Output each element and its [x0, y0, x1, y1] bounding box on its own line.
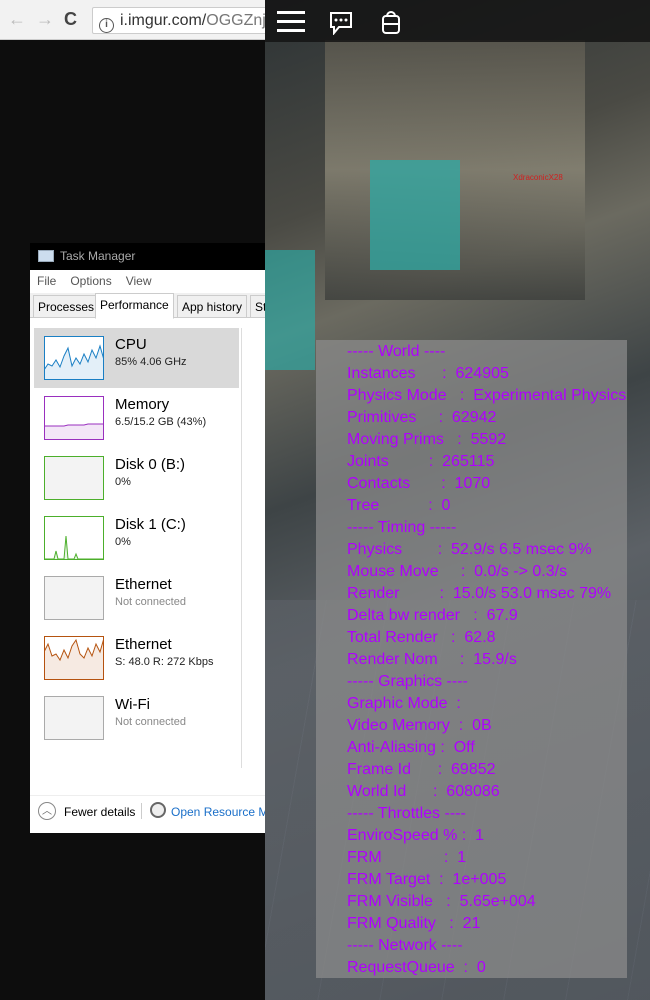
stats-line: Mouse Move : 0.0/s -> 0.3/s — [347, 563, 568, 580]
resource-detail: 6.5/15.2 GB (43%) — [115, 416, 207, 428]
menu-file[interactable]: File — [37, 274, 56, 288]
open-resource-monitor-link[interactable]: Open Resource Monitor — [171, 805, 265, 819]
stats-line: RequestQueue : 0 — [347, 959, 486, 976]
stats-line: Total Render : 62.8 — [347, 629, 496, 646]
resource-name: Disk 1 (C:) — [115, 516, 186, 533]
stats-line: Physics : 52.9/s 6.5 msec 9% — [347, 541, 592, 558]
resource-detail: S: 48.0 R: 272 Kbps — [115, 656, 214, 668]
stats-line: FRM Target : 1e+005 — [347, 871, 507, 888]
resource-name: Disk 0 (B:) — [115, 456, 186, 473]
chevron-up-icon[interactable]: ︿ — [38, 802, 56, 820]
stats-line: Moving Prims : 5592 — [347, 431, 507, 448]
scrollbar[interactable] — [241, 328, 242, 768]
stats-section-header: ----- Network ---- — [347, 937, 463, 954]
chat-icon[interactable] — [329, 11, 353, 35]
task-manager-window: Task Manager File Options View Processes P… — [30, 243, 265, 833]
tab-performance[interactable]: Performance — [95, 293, 174, 319]
fewer-details-link[interactable]: Fewer details — [64, 805, 135, 819]
stats-line: Joints : 265115 — [347, 453, 495, 470]
resource-name: Ethernet — [115, 576, 172, 593]
resource-name: Wi-Fi — [115, 696, 150, 713]
info-icon[interactable]: i — [99, 18, 114, 33]
usage-graph-thumbnail — [44, 516, 104, 560]
stats-line: World Id : 608086 — [347, 783, 500, 800]
menu-options[interactable]: Options — [70, 274, 111, 288]
menu-view[interactable]: View — [126, 274, 152, 288]
stats-line: FRM Visible : 5.65e+004 — [347, 893, 536, 910]
task-manager-icon — [38, 250, 54, 262]
stats-line: EnviroSpeed % : 1 — [347, 827, 484, 844]
resource-detail: Not connected — [115, 716, 186, 728]
stats-line: Delta bw render : 67.9 — [347, 607, 518, 624]
stats-line: Physics Mode : Experimental Physics — [347, 387, 627, 404]
stats-line: Anti-Aliasing : Off — [347, 739, 475, 756]
resource-item-memory-1[interactable]: Memory 6.5/15.2 GB (43%) — [34, 388, 239, 448]
resource-monitor-icon — [150, 802, 166, 818]
resource-item-wi-fi-6[interactable]: Wi-Fi Not connected — [34, 688, 239, 748]
usage-graph-thumbnail — [44, 636, 104, 680]
stats-line: Primitives : 62942 — [347, 409, 497, 426]
stats-line: Render : 15.0/s 53.0 msec 79% — [347, 585, 612, 602]
resource-detail: 0% — [115, 536, 131, 548]
resource-name: Memory — [115, 396, 170, 413]
stats-line: Graphic Mode : — [347, 695, 461, 712]
url-host: i.imgur.com/ — [120, 12, 207, 29]
usage-graph-thumbnail — [44, 336, 104, 380]
resource-item-disk-1-c--3[interactable]: Disk 1 (C:) 0% — [34, 508, 239, 568]
stats-line: Video Memory : 0B — [347, 717, 492, 734]
stats-line: Frame Id : 69852 — [347, 761, 496, 778]
address-bar[interactable]: i i.imgur.com/OGGZnj6.p — [92, 7, 282, 34]
tab-processes[interactable]: Processes — [33, 295, 100, 318]
divider — [141, 803, 142, 819]
stats-line: Render Nom : 15.9/s — [347, 651, 517, 668]
tab-app-history[interactable]: App history — [177, 295, 248, 318]
back-button[interactable]: ← — [8, 9, 26, 30]
stats-line: Instances : 624905 — [347, 365, 509, 382]
reload-button[interactable]: C — [64, 9, 77, 30]
menu-bar: File Options View — [30, 270, 265, 293]
resource-name: CPU — [115, 336, 147, 353]
window-title: Task Manager — [60, 249, 136, 263]
stats-section-header: ----- Timing ----- — [347, 519, 457, 536]
resource-item-ethernet-4[interactable]: Ethernet Not connected — [34, 568, 239, 628]
empty-graph-thumbnail — [44, 576, 104, 620]
resource-name: Ethernet — [115, 636, 172, 653]
resource-item-cpu-0[interactable]: CPU 85% 4.06 GHz — [34, 328, 239, 388]
game-viewport[interactable]: XdraconicX28 ----- World ---- Instances :… — [265, 0, 650, 1000]
empty-graph-thumbnail — [44, 696, 104, 740]
stats-line: FRM : 1 — [347, 849, 467, 866]
resource-detail: 0% — [115, 476, 131, 488]
stats-panel: ----- World ---- Instances : 624905 Physic… — [316, 340, 627, 978]
resource-detail: 85% 4.06 GHz — [115, 356, 187, 368]
tab-bar: Processes Performance App history St — [30, 293, 265, 319]
resource-item-ethernet-5[interactable]: Ethernet S: 48.0 R: 272 Kbps — [34, 628, 239, 688]
stats-section-header: ----- World ---- — [347, 343, 446, 360]
resource-item-disk-0-b--2[interactable]: Disk 0 (B:) 0% — [34, 448, 239, 508]
player-nametag: XdraconicX28 — [513, 173, 563, 182]
scene-pillar — [265, 250, 315, 370]
resource-detail: Not connected — [115, 596, 186, 608]
empty-graph-thumbnail — [44, 456, 104, 500]
stats-line: FRM Quality : 21 — [347, 915, 481, 932]
stats-line: Tree : 0 — [347, 497, 451, 514]
stats-line: Contacts : 1070 — [347, 475, 491, 492]
tab-startup[interactable]: St — [250, 295, 265, 318]
backpack-icon[interactable] — [381, 10, 401, 34]
game-topbar — [265, 0, 650, 42]
footer: ︿ Fewer details Open Resource Monitor — [30, 795, 265, 833]
browser-toolbar: ← → C i i.imgur.com/OGGZnj6.p — [0, 0, 282, 40]
forward-button[interactable]: → — [36, 9, 54, 30]
stats-section-header: ----- Graphics ---- — [347, 673, 468, 690]
stats-section-header: ----- Throttles ---- — [347, 805, 466, 822]
menu-icon[interactable] — [277, 10, 305, 32]
scene-pillar — [370, 160, 460, 270]
usage-graph-thumbnail — [44, 396, 104, 440]
title-bar[interactable]: Task Manager — [30, 243, 265, 270]
